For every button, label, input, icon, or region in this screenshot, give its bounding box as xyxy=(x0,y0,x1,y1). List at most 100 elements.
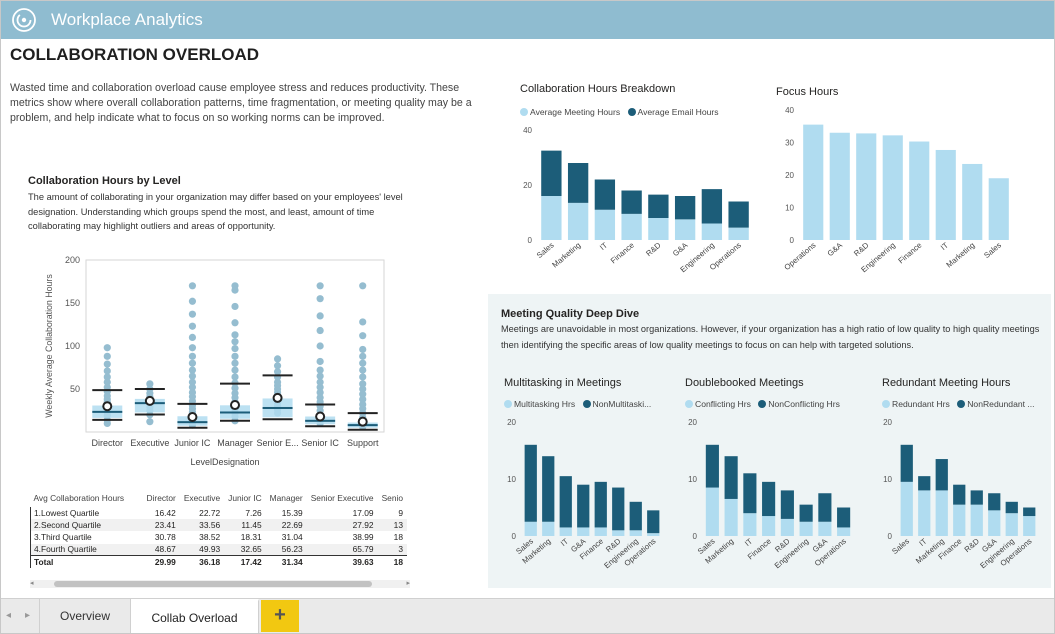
tab-overview[interactable]: Overview xyxy=(39,599,131,633)
table-horizontal-scrollbar[interactable]: ◂ ▸ xyxy=(30,580,410,588)
mean-marker xyxy=(230,400,240,411)
multitasking-title: Multitasking in Meetings xyxy=(504,377,622,389)
table-header-cell[interactable]: Junior IC xyxy=(224,489,266,507)
legend-label: Average Email Hours xyxy=(637,107,719,117)
data-point xyxy=(188,282,197,290)
data-point xyxy=(188,344,197,352)
table-cell: 38.99 xyxy=(352,532,374,543)
bar-dark xyxy=(818,493,832,522)
legend-swatch xyxy=(627,108,636,116)
table-header-cell[interactable]: Avg Collaboration Hours xyxy=(31,489,143,507)
data-point xyxy=(103,360,111,368)
bar-light xyxy=(648,218,669,240)
bar-light xyxy=(674,219,696,240)
page-intro: Wasted time and collaboration overload c… xyxy=(10,82,472,124)
scrollbar-thumb[interactable] xyxy=(54,581,372,587)
bar-dark xyxy=(970,490,983,505)
bar-light xyxy=(621,213,642,240)
bar-dark xyxy=(559,476,572,528)
table-cell: 18 xyxy=(393,532,403,543)
doublebooked-title: Doublebooked Meetings xyxy=(685,377,804,389)
bar-dark xyxy=(524,444,537,522)
bar-light xyxy=(612,530,625,536)
bar-dark xyxy=(647,510,660,534)
mean-marker xyxy=(357,416,368,427)
collab-quartile-table: Avg Collaboration Hours Director Executive… xyxy=(30,489,415,589)
bar-light xyxy=(728,227,749,240)
level-section-description: The amount of collaborating in your orga… xyxy=(28,192,403,231)
legend-label: NonRedundant ... xyxy=(967,399,1034,409)
mean-marker xyxy=(102,401,113,412)
table-cell: 56.23 xyxy=(265,543,307,556)
table-header-cell[interactable]: Senio xyxy=(378,489,407,507)
table-cell: 27.92 xyxy=(306,519,378,532)
scroll-right-arrow-icon[interactable]: ▸ xyxy=(406,580,410,588)
bar-light xyxy=(935,149,956,240)
bar-dark xyxy=(594,179,616,210)
bar-light xyxy=(1005,513,1018,536)
legend-swatch xyxy=(520,108,528,116)
next-page-nav-icon[interactable]: ▸ xyxy=(25,610,30,621)
x-tick-label: Director xyxy=(92,438,124,448)
table-row: 1.Lowest Quartile 16.42 22.72 7.26 15.39 17.0… xyxy=(30,507,408,520)
table-cell: 17.42 xyxy=(224,555,266,568)
bar-light xyxy=(629,530,642,536)
bar-dark xyxy=(705,444,719,488)
bar-dark xyxy=(953,484,966,505)
bar-light xyxy=(818,521,832,536)
bar-dark xyxy=(612,487,625,531)
bar-light xyxy=(705,487,719,536)
table-row: Total 29.99 36.18 17.42 31.34 39.63 18 xyxy=(30,555,407,568)
bar-dark xyxy=(837,507,851,528)
bar-light xyxy=(970,504,983,536)
data-point xyxy=(316,312,324,320)
bar-light xyxy=(567,202,589,240)
mq-section-title: Meeting Quality Deep Dive xyxy=(501,308,640,320)
x-tick-label: IT xyxy=(939,240,950,252)
data-point xyxy=(273,355,282,363)
bar-dark xyxy=(1023,507,1036,517)
bar-light xyxy=(953,504,966,536)
collab-breakdown-chart: 02040SalesMarketing IT Finance R&D G&AEngine… xyxy=(523,126,749,274)
bar-light xyxy=(647,533,660,536)
legend-swatch xyxy=(882,400,890,408)
redundant-chart: 01020Sales ITMarketingFinance R&D G&AEngine… xyxy=(883,418,1036,570)
bar-light xyxy=(837,527,851,536)
bar-light xyxy=(577,527,590,536)
data-point xyxy=(231,366,239,374)
x-tick-label: G&A xyxy=(826,240,845,258)
table-cell: 32.65 xyxy=(224,543,266,556)
median-line xyxy=(262,406,293,409)
tab-collab-overload[interactable]: Collab Overload xyxy=(131,599,259,633)
bar-dark xyxy=(918,476,931,491)
y-tick-label: 200 xyxy=(65,255,80,265)
y-tick-label: 10 xyxy=(688,475,697,484)
mean-marker xyxy=(144,395,155,406)
x-tick-label: Operations xyxy=(783,241,818,272)
y-tick-label: 20 xyxy=(688,418,697,427)
bar-dark xyxy=(542,456,555,522)
table-cell: 1.Lowest Quartile xyxy=(30,507,143,520)
data-point xyxy=(231,302,239,311)
table-header-cell[interactable]: Director xyxy=(143,489,180,507)
collab-by-level-boxplot: 50 100 150 200 Weekly Average Collaboration … xyxy=(44,255,385,467)
legend-swatch xyxy=(957,400,966,408)
x-tick-label: IT xyxy=(598,240,609,252)
x-tick-label: R&D xyxy=(852,240,871,258)
scroll-left-arrow-icon[interactable]: ◂ xyxy=(30,580,34,588)
bar-dark xyxy=(762,481,776,517)
multitasking-legend: Multitasking Hrs NonMultitaski... xyxy=(504,399,656,409)
x-tick-label: IT xyxy=(917,536,928,548)
table-header-cell[interactable]: Executive xyxy=(180,489,224,507)
bar-light xyxy=(918,490,931,536)
table-header-cell[interactable]: Senior Executive xyxy=(307,489,378,507)
x-tick-label: R&D xyxy=(644,240,663,258)
collab-breakdown-title: Collaboration Hours Breakdown xyxy=(520,83,676,95)
table-cell: 30.78 xyxy=(154,532,176,543)
data-point xyxy=(231,286,239,294)
add-page-button[interactable]: + xyxy=(261,600,299,632)
bar-dark xyxy=(988,493,1001,511)
table-cell: 17.09 xyxy=(352,508,374,519)
prev-page-nav-icon[interactable]: ◂ xyxy=(6,610,11,621)
table-header-cell[interactable]: Manager xyxy=(266,489,307,507)
